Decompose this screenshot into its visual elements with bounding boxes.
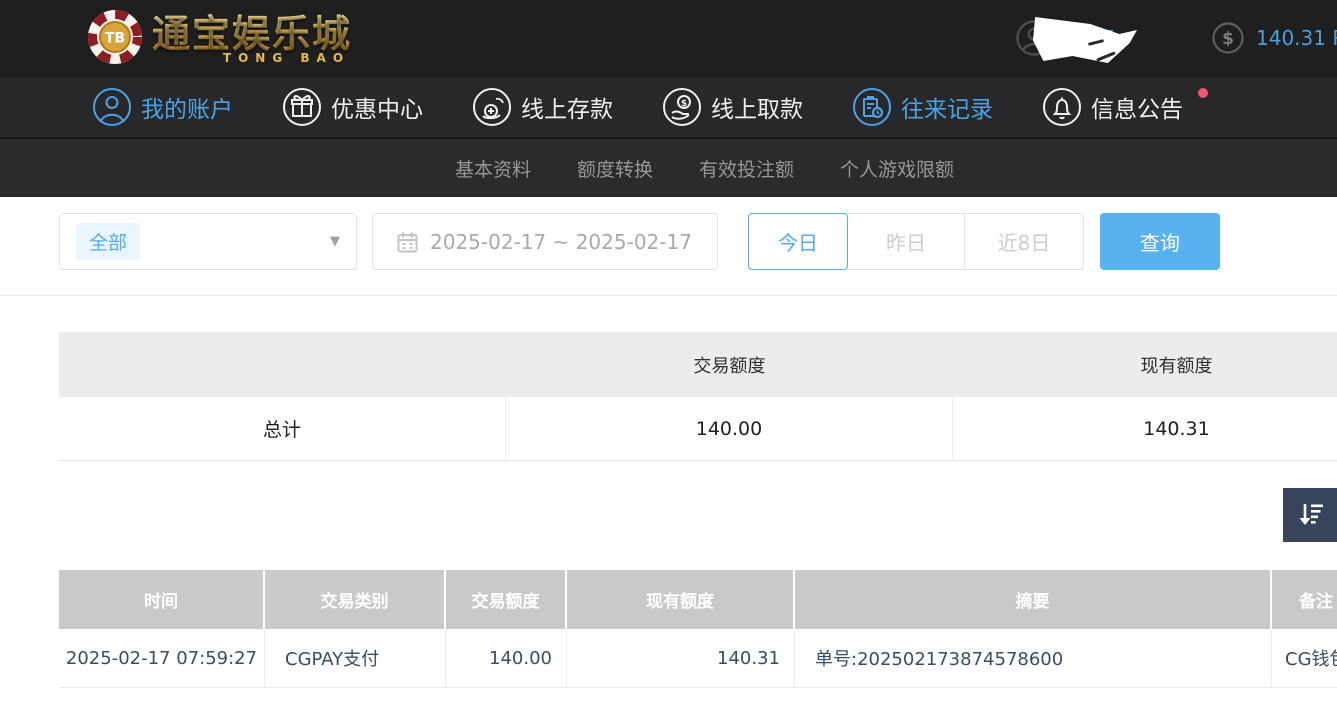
nav-label: 信息公告 <box>1091 90 1183 124</box>
nav-item-records[interactable]: 往来记录 <box>852 87 993 127</box>
notification-badge-dot <box>1198 88 1208 98</box>
today-button[interactable]: 今日 <box>748 213 848 270</box>
svg-text:$: $ <box>1222 29 1234 49</box>
selected-type-chip: 全部 <box>76 223 140 260</box>
nav-item-promotions[interactable]: 优惠中心 <box>282 87 423 127</box>
th-balance: 现有额度 <box>567 570 795 629</box>
quick-date-button-group: 今日 昨日 近8日 <box>748 213 1084 270</box>
calendar-icon <box>397 231 418 253</box>
divider <box>0 295 1337 296</box>
summary-total-row: 总计 140.00 140.31 <box>59 397 1337 461</box>
sort-button[interactable] <box>1283 488 1337 542</box>
td-amount: 140.00 <box>446 629 567 687</box>
td-remark: CG钱包 <box>1272 629 1337 687</box>
yesterday-button[interactable]: 昨日 <box>848 213 965 270</box>
td-balance: 140.31 <box>567 629 795 687</box>
summary-total-label: 总计 <box>59 397 506 460</box>
sort-descending-icon <box>1294 499 1326 531</box>
summary-header-current-amount: 现有额度 <box>953 332 1337 397</box>
dollar-icon: $ <box>1212 22 1244 54</box>
th-amount: 交易额度 <box>446 570 567 629</box>
deposit-icon <box>472 87 512 127</box>
td-time: 2025-02-17 07:59:27 <box>59 629 265 687</box>
poker-chip-icon: TB <box>86 8 144 66</box>
summary-transaction-amount: 140.00 <box>506 397 953 460</box>
nav-label: 我的账户 <box>141 90 233 124</box>
account-balance[interactable]: $ 140.31 RMB <box>1212 22 1337 54</box>
top-bar: TB 通宝娱乐城 TONG BAO 7225 $ 140.31 RMB <box>0 0 1337 77</box>
subnav-item-valid-bets[interactable]: 有效投注额 <box>699 155 794 182</box>
th-type: 交易类别 <box>265 570 446 629</box>
th-summary: 摘要 <box>795 570 1272 629</box>
date-range-value: 2025-02-17 ~ 2025-02-17 <box>430 230 692 254</box>
transactions-table-header: 时间 交易类别 交易额度 现有额度 摘要 备注 <box>59 570 1337 629</box>
nav-item-deposit[interactable]: 线上存款 <box>472 87 613 127</box>
subnav-item-game-limits[interactable]: 个人游戏限额 <box>840 155 954 182</box>
chevron-down-icon: ▼ <box>330 234 340 249</box>
bell-icon <box>1042 87 1082 127</box>
type-filter-dropdown[interactable]: 全部 ▼ <box>59 213 357 270</box>
summary-table-header: 交易额度 现有额度 <box>59 332 1337 397</box>
summary-header-transaction-amount: 交易额度 <box>506 332 953 397</box>
nav-label: 线上存款 <box>521 90 613 124</box>
td-type: CGPAY支付 <box>265 629 446 687</box>
svg-text:$: $ <box>681 99 687 109</box>
withdraw-icon: $ <box>662 87 702 127</box>
nav-item-my-account[interactable]: 我的账户 <box>92 87 233 127</box>
site-logo[interactable]: TB 通宝娱乐城 TONG BAO <box>86 2 352 66</box>
search-button[interactable]: 查询 <box>1100 213 1220 270</box>
summary-current-amount: 140.31 <box>953 397 1337 460</box>
table-row: 2025-02-17 07:59:27 CGPAY支付 140.00 140.3… <box>59 629 1337 688</box>
nav-label: 优惠中心 <box>331 90 423 124</box>
sub-nav: 基本资料 额度转换 有效投注额 个人游戏限额 <box>0 137 1337 197</box>
nav-item-withdraw[interactable]: $ 线上取款 <box>662 87 803 127</box>
transactions-table: 时间 交易类别 交易额度 现有额度 摘要 备注 2025-02-17 07:59… <box>59 570 1337 688</box>
th-remark: 备注 <box>1272 570 1337 629</box>
nav-item-announcements[interactable]: 信息公告 <box>1042 87 1183 127</box>
balance-text: 140.31 RMB <box>1256 26 1337 50</box>
last-8-days-button[interactable]: 近8日 <box>965 213 1084 270</box>
summary-table: 交易额度 现有额度 总计 140.00 140.31 <box>59 332 1337 461</box>
records-icon <box>852 87 892 127</box>
summary-header-blank <box>59 332 506 397</box>
td-summary: 单号:202502173874578600 <box>795 629 1272 687</box>
nav-label: 往来记录 <box>901 90 993 124</box>
date-range-input[interactable]: 2025-02-17 ~ 2025-02-17 <box>372 213 718 270</box>
gift-icon <box>282 87 322 127</box>
main-nav: 我的账户 优惠中心 线上存款 $ 线上取款 <box>0 77 1337 137</box>
th-time: 时间 <box>59 570 265 629</box>
nav-label: 线上取款 <box>711 90 803 124</box>
logo-title: 通宝娱乐城 <box>152 3 352 58</box>
logo-subtitle: TONG BAO <box>223 51 350 65</box>
subnav-item-quota-transfer[interactable]: 额度转换 <box>577 155 653 182</box>
svg-text:TB: TB <box>105 31 125 47</box>
subnav-item-basic-info[interactable]: 基本资料 <box>455 155 531 182</box>
user-icon <box>92 87 132 127</box>
